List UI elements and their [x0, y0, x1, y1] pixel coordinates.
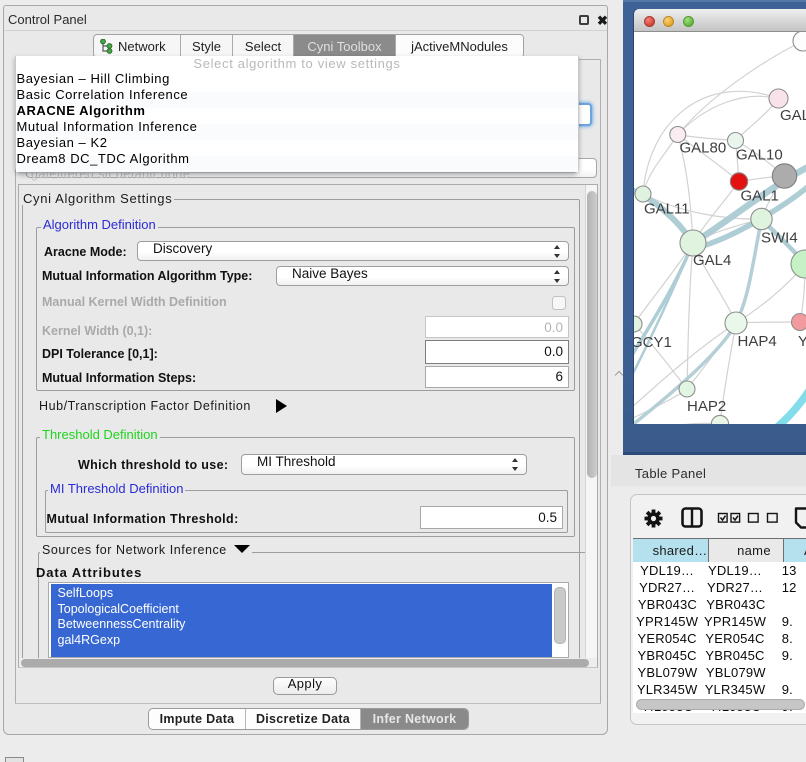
svg-text:SWI4: SWI4	[761, 230, 798, 247]
svg-text:HAP2: HAP2	[687, 398, 726, 415]
svg-text:HAP4: HAP4	[738, 333, 777, 350]
svg-text:GAL10: GAL10	[736, 147, 783, 164]
svg-text:GAL80: GAL80	[680, 140, 727, 157]
svg-text:GAL4: GAL4	[693, 252, 731, 269]
svg-text:GCY1: GCY1	[634, 334, 672, 351]
svg-text:GAL7: GAL7	[780, 107, 806, 124]
svg-text:Y: Y	[798, 333, 806, 350]
svg-text:GAL11: GAL11	[644, 201, 690, 218]
svg-text:GAL1: GAL1	[741, 188, 779, 205]
